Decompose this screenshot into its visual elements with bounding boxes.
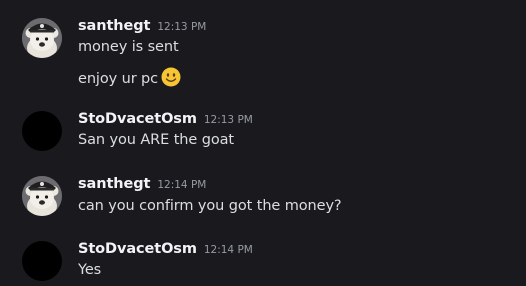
username[interactable]: StoDvacetOsm [78,111,197,127]
slightly-smiling-face-emoji-icon [161,67,181,91]
pirate-bear-avatar-icon [22,176,62,216]
message-header: StoDvacetOsm 12:13 PM [78,111,253,131]
user-avatar[interactable] [22,18,62,58]
message-group: santhegt 12:13 PM money is sent enjoy ur… [0,18,526,93]
message-group: santhegt 12:14 PM can you confirm you go… [0,176,526,221]
message-header: StoDvacetOsm 12:14 PM [78,241,253,261]
message-group: StoDvacetOsm 12:14 PM Yes [0,241,526,286]
message-text: Yes [78,262,102,278]
username[interactable]: santhegt [78,18,150,34]
username[interactable]: santhegt [78,176,150,192]
timestamp[interactable]: 12:13 PM [204,114,253,126]
message-text: money is sent [78,39,179,55]
message-text: can you confirm you got the money? [78,198,342,214]
user-avatar[interactable] [22,241,62,281]
message-text: San you ARE the goat [78,132,234,148]
username[interactable]: StoDvacetOsm [78,241,197,257]
timestamp[interactable]: 12:14 PM [157,179,206,191]
timestamp[interactable]: 12:14 PM [204,244,253,256]
user-avatar[interactable] [22,111,62,151]
message-text-row: enjoy ur pc [78,67,181,91]
message-header: santhegt 12:14 PM [78,176,206,196]
timestamp[interactable]: 12:13 PM [157,21,206,33]
user-avatar[interactable] [22,176,62,216]
chat-messages: santhegt 12:13 PM money is sent enjoy ur… [0,0,526,286]
message-header: santhegt 12:13 PM [78,18,206,38]
pirate-bear-avatar-icon [22,18,62,58]
message-text: enjoy ur pc [78,71,159,87]
message-group: StoDvacetOsm 12:13 PM San you ARE the go… [0,111,526,156]
